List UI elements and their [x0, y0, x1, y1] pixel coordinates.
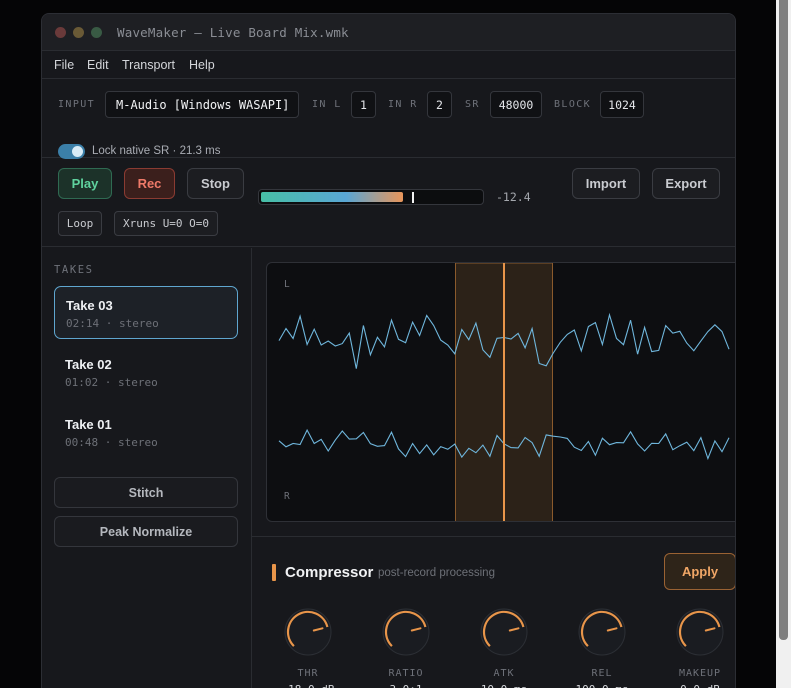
knob-rel[interactable]: REL 100.0 ms [562, 604, 642, 688]
title-bar: WaveMaker — Live Board Mix.wmk [42, 14, 735, 51]
page-scrollbar-thumb[interactable] [779, 0, 788, 640]
block-label: BLOCK [554, 99, 592, 110]
level-readout: -12.4 [496, 190, 531, 204]
waveform-canvas[interactable] [267, 263, 736, 522]
knob-label: ATK [493, 668, 515, 679]
knob-body [480, 608, 528, 656]
compressor-subtitle: post-record processing [378, 567, 495, 579]
knob-body [676, 608, 724, 656]
knob-dial[interactable] [280, 604, 336, 660]
takes-title: TAKES [54, 264, 94, 276]
apply-button[interactable]: Apply [664, 553, 735, 590]
compressor-title: Compressor [285, 564, 374, 581]
knob-body [578, 608, 626, 656]
compressor-panel: Compressor post-record processing Apply … [252, 536, 735, 688]
menu-bar: File Edit Transport Help [42, 52, 735, 79]
level-meter-fill [261, 192, 403, 202]
peak-normalize-button[interactable]: Peak Normalize [54, 516, 238, 547]
minimize-window-button[interactable] [73, 27, 84, 38]
input-label: INPUT [58, 99, 96, 110]
block-size-field[interactable]: 1024 [600, 91, 644, 118]
knob-value: 3.0:1 [366, 683, 446, 688]
knob-label: THR [297, 668, 319, 679]
close-window-button[interactable] [55, 27, 66, 38]
right-channel-label: R [284, 491, 290, 502]
waveform-view[interactable]: L R [266, 262, 736, 522]
take-item[interactable]: Take 01 00:48 · stereo [54, 406, 238, 459]
knob-dial[interactable] [378, 604, 434, 660]
knob-dial[interactable] [574, 604, 630, 660]
menu-transport[interactable]: Transport [122, 58, 175, 72]
knob-value: -18.0 dB [268, 683, 348, 688]
menu-file[interactable]: File [54, 58, 74, 72]
import-button[interactable]: Import [572, 168, 640, 199]
page-scrollbar[interactable] [776, 0, 791, 688]
lock-sr-label: Lock native SR · 21.3 ms [92, 145, 221, 157]
sr-label: SR [465, 99, 480, 110]
play-button[interactable]: Play [58, 168, 112, 199]
knob-body [284, 608, 332, 656]
compressor-accent-bar [272, 564, 276, 581]
input-device-select[interactable]: M-Audio [Windows WASAPI] [105, 91, 299, 118]
knob-dial[interactable] [476, 604, 532, 660]
take-meta: 01:02 · stereo [65, 376, 158, 389]
knob-atk[interactable]: ATK 10.0 ms [464, 604, 544, 688]
take-name: Take 01 [65, 417, 112, 432]
menu-edit[interactable]: Edit [87, 58, 109, 72]
export-button[interactable]: Export [652, 168, 720, 199]
take-meta: 00:48 · stereo [65, 436, 158, 449]
sample-rate-field[interactable]: 48000 [490, 91, 542, 118]
stitch-button[interactable]: Stitch [54, 477, 238, 508]
knob-label: RATIO [388, 668, 424, 679]
take-item[interactable]: Take 02 01:02 · stereo [54, 346, 238, 399]
transport-bar: Play Rec Stop -12.4 Import Export Loop X… [42, 159, 735, 247]
knob-thr[interactable]: THR -18.0 dB [268, 604, 348, 688]
xruns-badge: Xruns U=0 O=0 [114, 211, 218, 236]
left-channel-label: L [284, 279, 290, 290]
knob-value: 0.0 dB [660, 683, 735, 688]
app-window: WaveMaker — Live Board Mix.wmk File Edit… [41, 13, 736, 688]
level-meter-peak [412, 192, 414, 203]
knob-ratio[interactable]: RATIO 3.0:1 [366, 604, 446, 688]
in-r-label: IN R [388, 99, 418, 110]
in-r-field[interactable]: 2 [427, 91, 452, 118]
maximize-window-button[interactable] [91, 27, 102, 38]
take-name: Take 02 [65, 357, 112, 372]
menu-help[interactable]: Help [189, 58, 215, 72]
toggle-knob [72, 146, 83, 157]
take-name: Take 03 [66, 298, 113, 313]
lock-sr-toggle[interactable] [58, 144, 85, 159]
in-l-label: IN L [312, 99, 342, 110]
knob-value: 10.0 ms [464, 683, 544, 688]
knob-dial[interactable] [672, 604, 728, 660]
knob-label: REL [591, 668, 613, 679]
knob-makeup[interactable]: MAKEUP 0.0 dB [660, 604, 735, 688]
record-button[interactable]: Rec [124, 168, 175, 199]
loop-button[interactable]: Loop [58, 211, 102, 236]
takes-panel: TAKES Take 03 02:14 · stereo Take 02 01:… [42, 248, 252, 688]
io-settings: INPUT M-Audio [Windows WASAPI] IN L 1 IN… [42, 80, 735, 159]
knob-label: MAKEUP [678, 668, 722, 679]
take-meta: 02:14 · stereo [66, 317, 159, 330]
knob-value: 100.0 ms [562, 683, 642, 688]
stop-button[interactable]: Stop [187, 168, 244, 199]
knob-body [382, 608, 430, 656]
in-l-field[interactable]: 1 [351, 91, 376, 118]
take-item[interactable]: Take 03 02:14 · stereo [54, 286, 238, 339]
window-title: WaveMaker — Live Board Mix.wmk [117, 25, 349, 40]
level-meter [258, 189, 484, 205]
